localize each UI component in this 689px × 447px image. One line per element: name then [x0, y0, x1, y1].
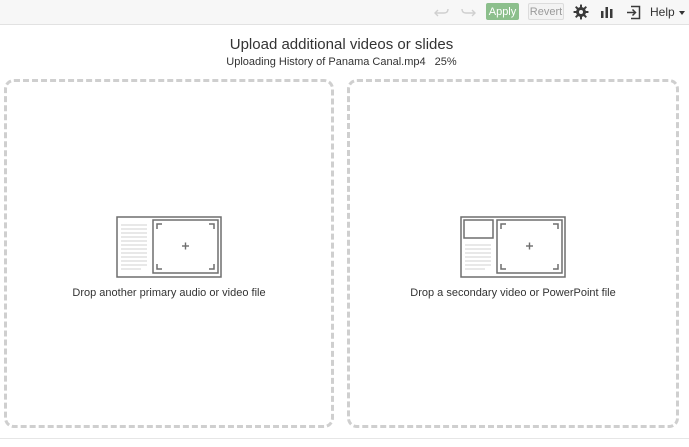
- apply-button[interactable]: Apply: [486, 3, 519, 20]
- upload-filename: Uploading History of Panama Canal.mp4: [226, 56, 426, 68]
- secondary-dropzone[interactable]: Drop a secondary video or PowerPoint fil…: [347, 79, 679, 428]
- stats-button[interactable]: [599, 3, 615, 21]
- toolbar: Apply Revert Help: [0, 0, 689, 25]
- primary-dropzone-label: Drop another primary audio or video file: [72, 287, 266, 299]
- redo-icon: [461, 8, 476, 17]
- undo-button[interactable]: [432, 4, 452, 20]
- primary-media-icon: [116, 216, 222, 278]
- exit-icon: [627, 5, 641, 19]
- help-label: Help: [650, 5, 675, 19]
- gear-icon: [573, 4, 589, 20]
- undo-icon: [434, 8, 449, 17]
- redo-button[interactable]: [458, 4, 478, 20]
- settings-button[interactable]: [572, 3, 590, 21]
- help-menu[interactable]: Help: [650, 3, 686, 21]
- bottom-divider: [0, 438, 689, 439]
- upload-status: Uploading History of Panama Canal.mp4 25…: [0, 56, 683, 68]
- primary-dropzone[interactable]: Drop another primary audio or video file: [4, 79, 334, 428]
- revert-button[interactable]: Revert: [528, 3, 564, 20]
- exit-button[interactable]: [625, 3, 642, 21]
- upload-progress: 25%: [434, 56, 457, 68]
- secondary-media-icon: [460, 216, 566, 278]
- secondary-dropzone-label: Drop a secondary video or PowerPoint fil…: [410, 287, 616, 299]
- page-title: Upload additional videos or slides: [229, 36, 454, 53]
- upload-page: Apply Revert Help Upload additional vide…: [0, 0, 689, 447]
- bar-chart-icon: [601, 7, 613, 18]
- caret-down-icon: [678, 10, 685, 15]
